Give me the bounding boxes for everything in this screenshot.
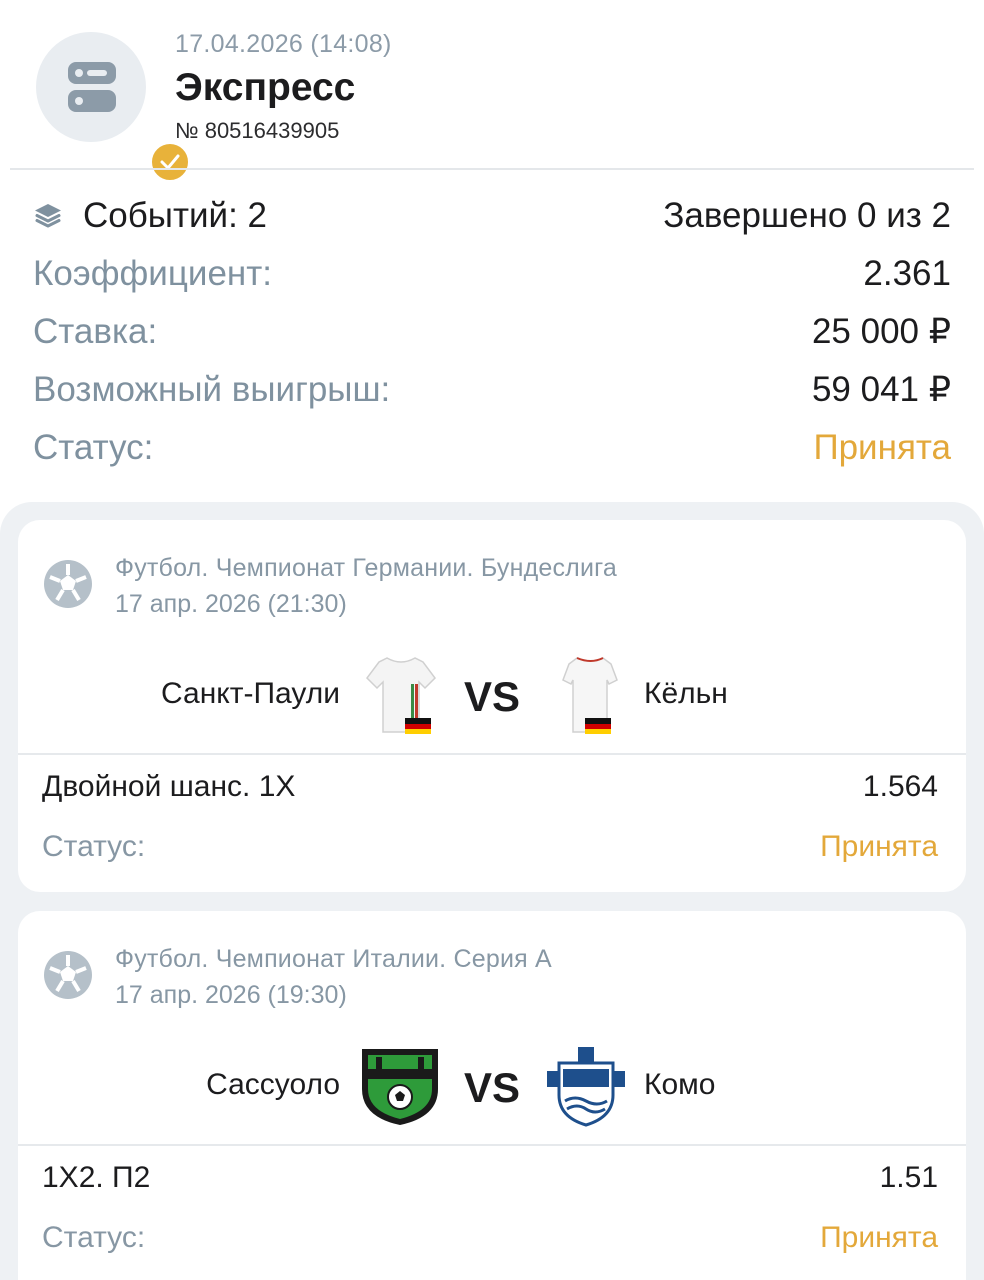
bet-number: № 80516439905 [175,118,340,143]
accepted-badge [148,140,192,184]
card-divider [18,753,966,755]
events-row: Событий: 2 Завершено 0 из 2 [33,191,951,241]
event-date: 17 апр. 2026 (21:30) [115,590,347,618]
coef-label: Коэффициент: [33,254,273,293]
football-icon [44,560,92,608]
away-jersey-icon [562,657,618,734]
coef-value: 2.361 [863,254,951,293]
status-row: Статус: Принята [33,423,951,473]
win-value: 59 041 ₽ [811,370,951,409]
event-status-value: Принята [820,830,938,863]
market-odds: 1.51 [879,1161,938,1194]
event-card[interactable]: Футбол. Чемпионат Германии. Бундеслига 1… [18,520,966,892]
home-jersey-icon [366,657,436,734]
events-count: Событий: 2 [83,196,267,235]
event-status-label: Статус: [42,1221,146,1254]
event-status-label: Статус: [42,830,146,863]
card-divider [18,1144,966,1146]
market-odds: 1.564 [862,770,938,803]
stake-value: 25 000 ₽ [811,312,951,351]
market-label: Двойной шанс. 1X [42,770,296,803]
away-team: Комо [644,1068,716,1101]
event-card[interactable]: Футбол. Чемпионат Италии. Серия А 17 апр… [18,911,966,1280]
event-status-value: Принята [820,1221,938,1254]
vs-label: VS [464,1064,521,1111]
bet-datetime: 17.04.2026 (14:08) [175,30,392,58]
como-logo-icon [547,1047,625,1127]
bet-slip-icon [68,62,116,112]
sassuolo-logo-icon [362,1049,438,1125]
header-divider [10,168,974,170]
stake-label: Ставка: [33,312,158,351]
coef-row: Коэффициент: 2.361 [33,249,951,299]
bet-type-title: Экспресс [175,66,356,109]
stake-row: Ставка: 25 000 ₽ [33,307,951,357]
event-league: Футбол. Чемпионат Германии. Бундеслига [115,554,617,582]
market-label: 1X2. П2 [42,1161,151,1194]
win-row: Возможный выигрыш: 59 041 ₽ [33,365,951,415]
home-team: Сассуоло [206,1068,340,1101]
bet-type-avatar [36,32,192,184]
bet-header: 17.04.2026 (14:08) Экспресс № 8051643990… [0,0,984,184]
home-team: Санкт-Паули [161,677,340,710]
status-value: Принята [813,428,951,467]
football-icon [44,951,92,999]
layers-icon [35,204,61,228]
status-label: Статус: [33,428,154,467]
event-league: Футбол. Чемпионат Италии. Серия А [115,945,552,973]
completed-count: Завершено 0 из 2 [663,196,951,235]
vs-label: VS [464,673,521,720]
win-label: Возможный выигрыш: [33,370,391,409]
event-date: 17 апр. 2026 (19:30) [115,981,347,1009]
away-team: Кёльн [644,677,728,710]
